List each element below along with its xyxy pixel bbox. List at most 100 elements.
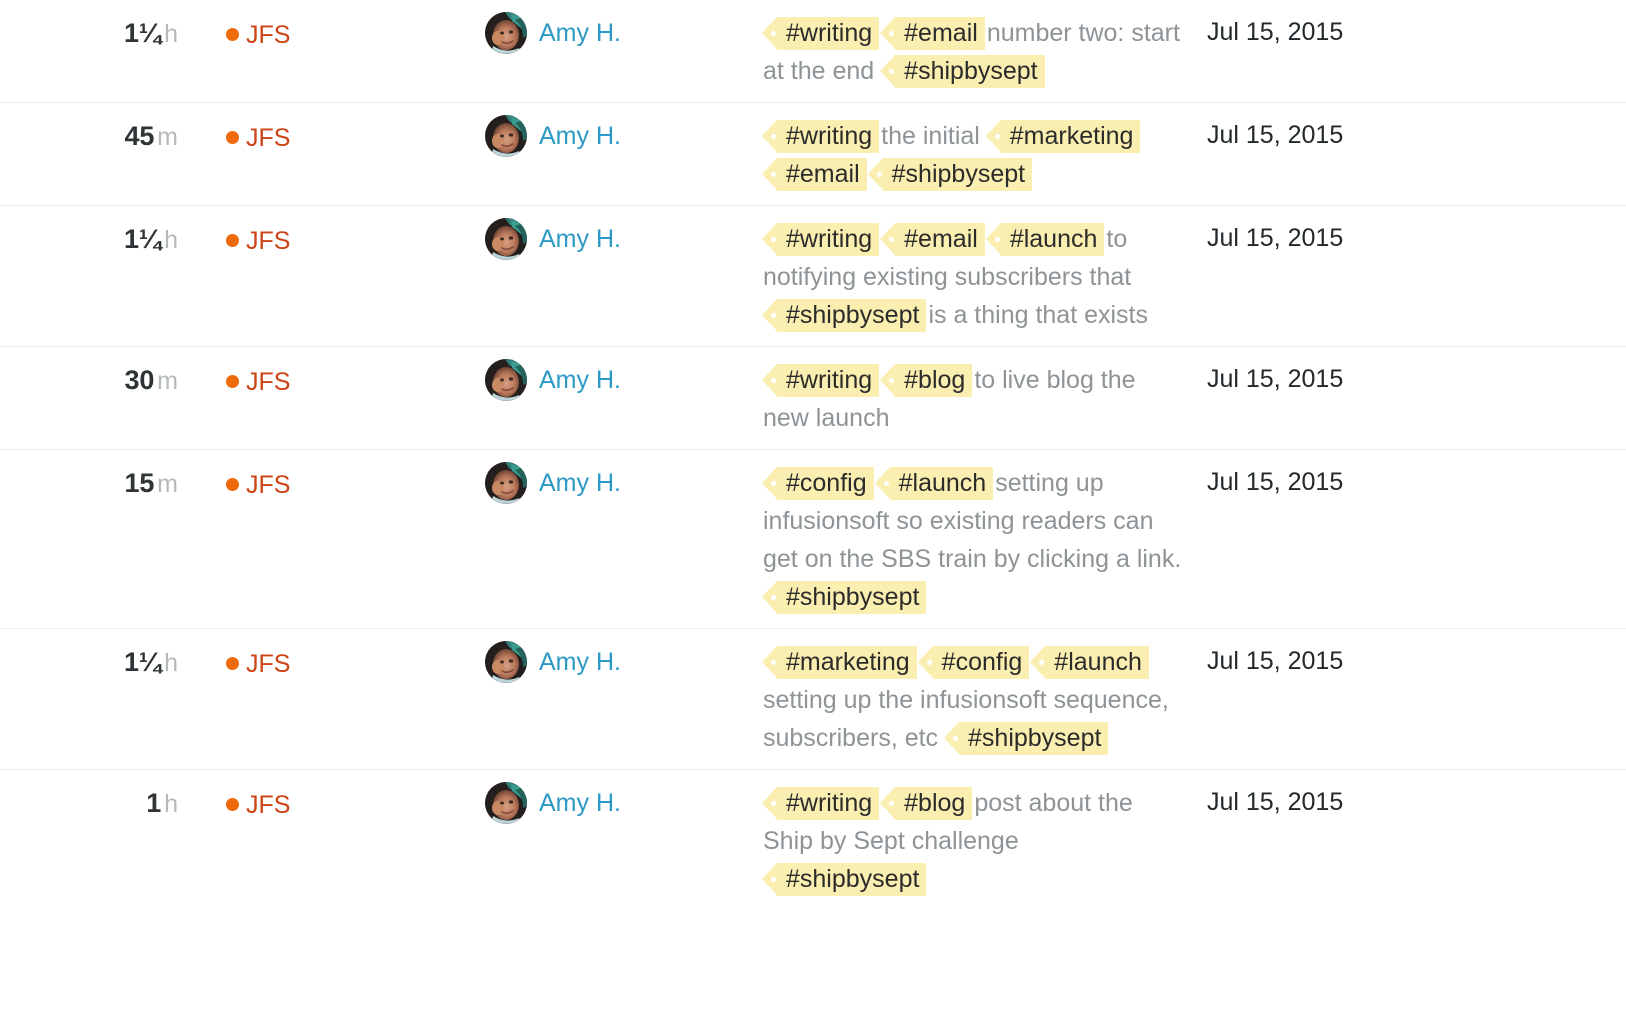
date-text: Jul 15, 2015 (1207, 121, 1344, 149)
description-tag[interactable]: #blog (880, 364, 973, 397)
time-entry-row[interactable]: 1¼ h JFS (0, 0, 1626, 103)
description-tag[interactable]: #config (917, 646, 1030, 679)
entry-description[interactable]: #marketing #config #launchsetting up the i… (755, 629, 1185, 769)
description-tag[interactable]: #config (762, 467, 874, 500)
entry-user[interactable]: Amy H. (480, 206, 755, 260)
description-plain-text: is a thing that exists (928, 301, 1148, 329)
duration-value: 1¼ (123, 647, 162, 677)
description-tag[interactable]: #blog (880, 787, 973, 820)
entry-project[interactable]: JFS (180, 629, 480, 679)
entry-project[interactable]: JFS (180, 347, 480, 397)
time-entry-row[interactable]: 45 m JFS Amy H. #writing the initial #ma… (0, 103, 1626, 206)
project-name: JFS (246, 650, 291, 678)
description-tag[interactable]: #launch (874, 467, 994, 500)
user-name[interactable]: Amy H. (539, 782, 621, 824)
duration-value: 1¼ (123, 224, 162, 254)
project-color-dot-icon (226, 234, 239, 247)
entry-duration[interactable]: 30 m (0, 347, 180, 396)
entry-duration[interactable]: 45 m (0, 103, 180, 152)
description-plain-text: the initial (881, 122, 980, 150)
entry-description[interactable]: #writing the initial #marketing #email #shi… (755, 103, 1185, 205)
description-tag[interactable]: #writing (761, 787, 880, 820)
description-tag[interactable]: #launch (1030, 646, 1149, 679)
entry-project[interactable]: JFS (180, 450, 480, 500)
entry-project[interactable]: JFS (180, 770, 480, 820)
duration-value: 1¼ (123, 18, 162, 48)
description-tag[interactable]: #shipbysept (880, 55, 1045, 88)
project-name: JFS (246, 21, 291, 49)
description-tag[interactable]: #email (880, 17, 985, 50)
date-text: Jul 15, 2015 (1207, 224, 1344, 252)
entry-duration[interactable]: 15 m (0, 450, 180, 499)
date-text: Jul 15, 2015 (1207, 18, 1344, 46)
user-name[interactable]: Amy H. (539, 12, 621, 54)
entry-date: Jul 15, 2015 (1185, 103, 1626, 150)
description-text: #writing #email number two: start at the e… (761, 17, 1180, 88)
entry-description[interactable]: #writing #blog to live blog the new launch (755, 347, 1185, 449)
avatar (485, 641, 527, 683)
entry-duration[interactable]: 1¼ h (0, 629, 180, 678)
entry-description[interactable]: #config #launch setting up infusionsoft so… (755, 450, 1185, 628)
description-tag[interactable]: #shipbysept (761, 581, 927, 614)
duration-value: 15 (124, 468, 155, 498)
entry-description[interactable]: #writing #email number two: start at the e… (755, 0, 1185, 102)
time-entry-row[interactable]: 1¼ h JFS (0, 629, 1626, 770)
avatar (485, 115, 527, 157)
entry-project[interactable]: JFS (180, 0, 480, 50)
entry-user[interactable]: Amy H. (480, 103, 755, 157)
entry-description[interactable]: #writing #email #launch to notifying existi… (755, 206, 1185, 346)
entry-user[interactable]: Amy H. (480, 347, 755, 401)
description-text: #config #launch setting up infusionsoft so… (761, 467, 1181, 614)
entry-date: Jul 15, 2015 (1185, 629, 1626, 676)
avatar (485, 12, 527, 54)
time-entry-row[interactable]: 1h JFS Amy H. #writing #blog post about … (0, 770, 1626, 910)
duration-value: 45 (124, 121, 155, 151)
user-name[interactable]: Amy H. (539, 641, 621, 683)
entry-user[interactable]: Amy H. (480, 450, 755, 504)
duration-value: 30 (124, 365, 155, 395)
description-tag[interactable]: #writing (761, 223, 880, 256)
time-entry-list: 1¼ h JFS Amy H. #writing #email number t… (0, 0, 1626, 910)
entry-project[interactable]: JFS (180, 206, 480, 256)
description-tag[interactable]: #shipbysept (943, 722, 1109, 755)
user-name[interactable]: Amy H. (539, 218, 621, 260)
time-entry-row[interactable]: 1¼ h JFS (0, 206, 1626, 347)
user-name[interactable]: Amy H. (539, 359, 621, 401)
description-text: #writing #blog post about the Ship by Sept… (761, 787, 1133, 896)
description-tag[interactable]: #email (762, 158, 867, 191)
description-tag[interactable]: #marketing (985, 120, 1141, 153)
entry-user[interactable]: Amy H. (480, 629, 755, 683)
description-tag[interactable]: #shipbysept (867, 158, 1033, 191)
duration-unit: h (164, 20, 178, 48)
entry-user[interactable]: Amy H. (480, 0, 755, 54)
description-tag[interactable]: #writing (761, 364, 880, 397)
description-tag[interactable]: #launch (985, 223, 1105, 256)
project-color-dot-icon (226, 375, 239, 388)
entry-duration[interactable]: 1¼ h (0, 206, 180, 255)
entry-description[interactable]: #writing #blog post about the Ship by Sept… (755, 770, 1185, 910)
entry-date: Jul 15, 2015 (1185, 347, 1626, 394)
description-text: #writing the initial #marketing #email #shi… (761, 120, 1142, 191)
project-name: JFS (246, 227, 291, 255)
project-name: JFS (246, 368, 291, 396)
time-entry-row[interactable]: 15 m JFS Amy H. #config #launch setting … (0, 450, 1626, 629)
entry-project[interactable]: JFS (180, 103, 480, 153)
description-tag[interactable]: #marketing (762, 646, 917, 679)
description-tag[interactable]: #email (880, 223, 985, 256)
duration-unit: m (157, 367, 178, 395)
date-text: Jul 15, 2015 (1207, 647, 1344, 675)
time-entry-row[interactable]: 30 m JFS Amy H. #writing #blog to live b… (0, 347, 1626, 450)
description-tag[interactable]: #writing (761, 17, 880, 50)
avatar (485, 218, 527, 260)
description-text: #marketing #config #launchsetting up the i… (762, 646, 1169, 755)
user-name[interactable]: Amy H. (539, 462, 621, 504)
user-name[interactable]: Amy H. (539, 115, 621, 157)
description-tag[interactable]: #shipbysept (761, 299, 927, 332)
entry-duration[interactable]: 1h (0, 770, 180, 819)
project-name: JFS (246, 791, 291, 819)
duration-unit: h (164, 790, 178, 818)
description-tag[interactable]: #shipbysept (761, 863, 927, 896)
entry-duration[interactable]: 1¼ h (0, 0, 180, 49)
description-tag[interactable]: #writing (761, 120, 880, 153)
entry-user[interactable]: Amy H. (480, 770, 755, 824)
